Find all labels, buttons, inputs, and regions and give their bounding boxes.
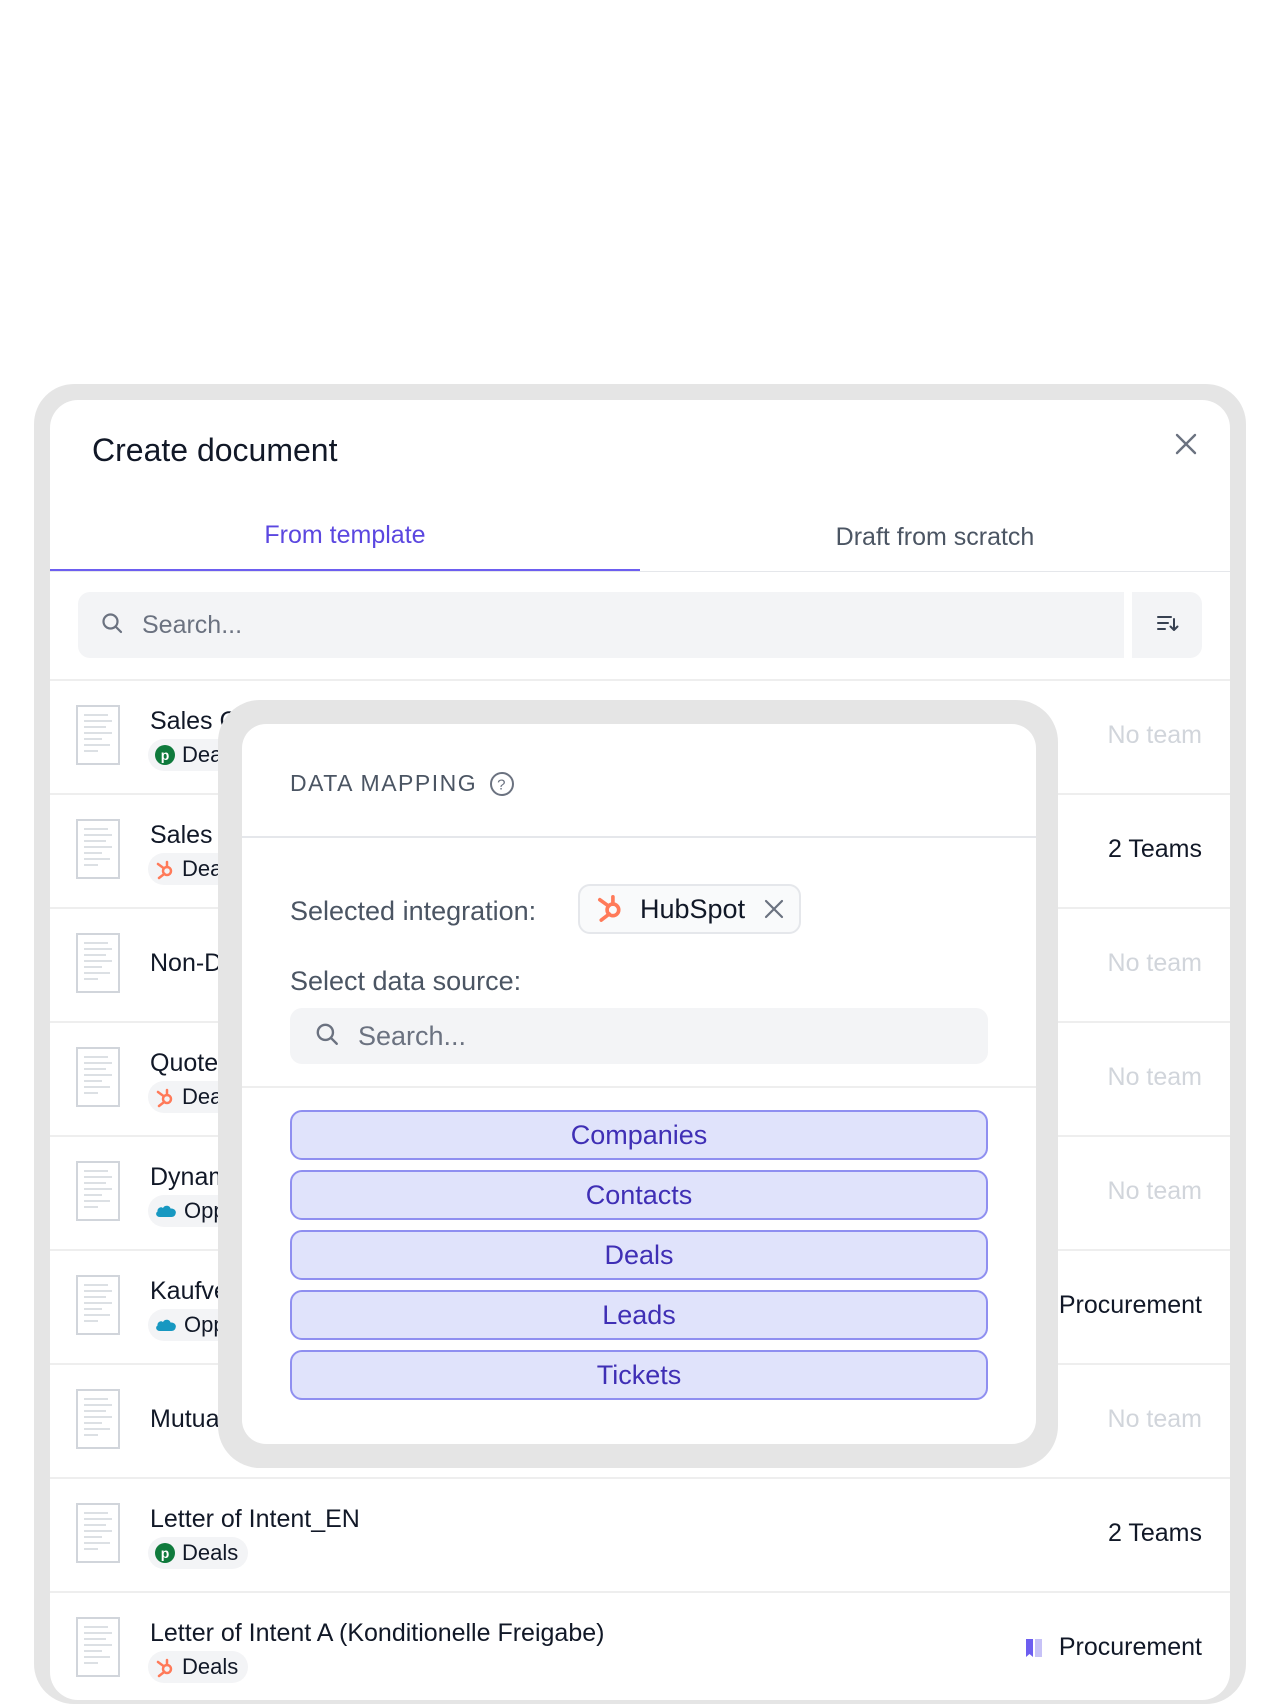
salesforce-icon [154, 1316, 178, 1334]
tab-from-template[interactable]: From template [50, 502, 640, 572]
integration-name: HubSpot [640, 893, 746, 924]
search-icon [314, 1021, 340, 1052]
option-deals[interactable]: Deals [290, 1230, 988, 1280]
sort-icon [1155, 611, 1179, 640]
data-mapping-header: DATA MAPPING ? [290, 770, 515, 797]
team-label: No team [1107, 1405, 1202, 1433]
team-label: No team [1107, 1063, 1202, 1091]
team-label: No team [1107, 949, 1202, 977]
template-search [78, 592, 1124, 658]
template-row[interactable]: Letter of Intent A (Konditionelle Freiga… [50, 1591, 1230, 1700]
document-icon [76, 705, 120, 770]
tabs-divider [50, 571, 1230, 572]
team-label: No team [1107, 1177, 1202, 1205]
selected-integration-label: Selected integration: [290, 896, 537, 926]
document-icon [76, 1047, 120, 1112]
team-label: 2 Teams [1107, 1519, 1202, 1547]
search-icon [100, 611, 124, 640]
source-label: Deals [182, 1540, 239, 1565]
hubspot-icon [154, 1656, 176, 1678]
document-icon [76, 933, 120, 998]
dialog-title: Create document [92, 432, 338, 468]
integration-chip: HubSpot [578, 884, 802, 934]
help-icon[interactable]: ? [489, 771, 515, 797]
template-title: Letter of Intent_EN [150, 1505, 360, 1533]
close-icon[interactable] [763, 898, 785, 920]
source-badge: Deals [148, 1651, 249, 1683]
document-icon [76, 819, 120, 884]
document-icon [76, 1161, 120, 1226]
hubspot-icon [154, 858, 176, 880]
pipedrive-icon: p [154, 744, 176, 766]
divider [242, 1086, 1036, 1088]
data-source-search-input[interactable] [356, 1019, 960, 1053]
svg-text:p: p [161, 747, 170, 763]
option-leads[interactable]: Leads [290, 1290, 988, 1340]
source-badge: p Deals [148, 1537, 249, 1569]
svg-text:?: ? [497, 776, 507, 793]
template-title: Quote [150, 1049, 219, 1077]
hubspot-icon [594, 891, 626, 928]
team-label: 2 Teams [1107, 835, 1202, 863]
search-input[interactable] [140, 609, 1044, 641]
data-source-search [290, 1008, 988, 1064]
pipedrive-icon: p [154, 1542, 176, 1564]
data-mapping-title: DATA MAPPING [290, 770, 478, 796]
svg-text:p: p [161, 1545, 170, 1561]
close-icon[interactable] [1172, 430, 1200, 458]
document-icon [76, 1617, 120, 1682]
document-icon [76, 1503, 120, 1568]
template-row[interactable]: Letter of Intent_EN p Deals 2 Teams [50, 1477, 1230, 1591]
template-title: Letter of Intent A (Konditionelle Freiga… [150, 1619, 605, 1647]
team-label: No team [1107, 721, 1202, 749]
option-tickets[interactable]: Tickets [290, 1350, 988, 1400]
option-contacts[interactable]: Contacts [290, 1170, 988, 1220]
source-label: Deals [182, 1654, 239, 1679]
team-label: Procurement [1058, 1291, 1202, 1319]
data-source-options: Companies Contacts Deals Leads Tickets [290, 1110, 988, 1410]
tab-draft-from-scratch[interactable]: Draft from scratch [640, 502, 1230, 572]
salesforce-icon [154, 1202, 178, 1220]
data-mapping-popover: DATA MAPPING ? Selected integration: Hub… [242, 724, 1036, 1444]
sort-button[interactable] [1132, 592, 1202, 658]
document-icon [76, 1275, 120, 1340]
document-icon [76, 1389, 120, 1454]
option-companies[interactable]: Companies [290, 1110, 988, 1160]
data-source-label: Select data source: [290, 966, 522, 996]
divider [242, 836, 1036, 838]
hubspot-icon [154, 1086, 176, 1108]
